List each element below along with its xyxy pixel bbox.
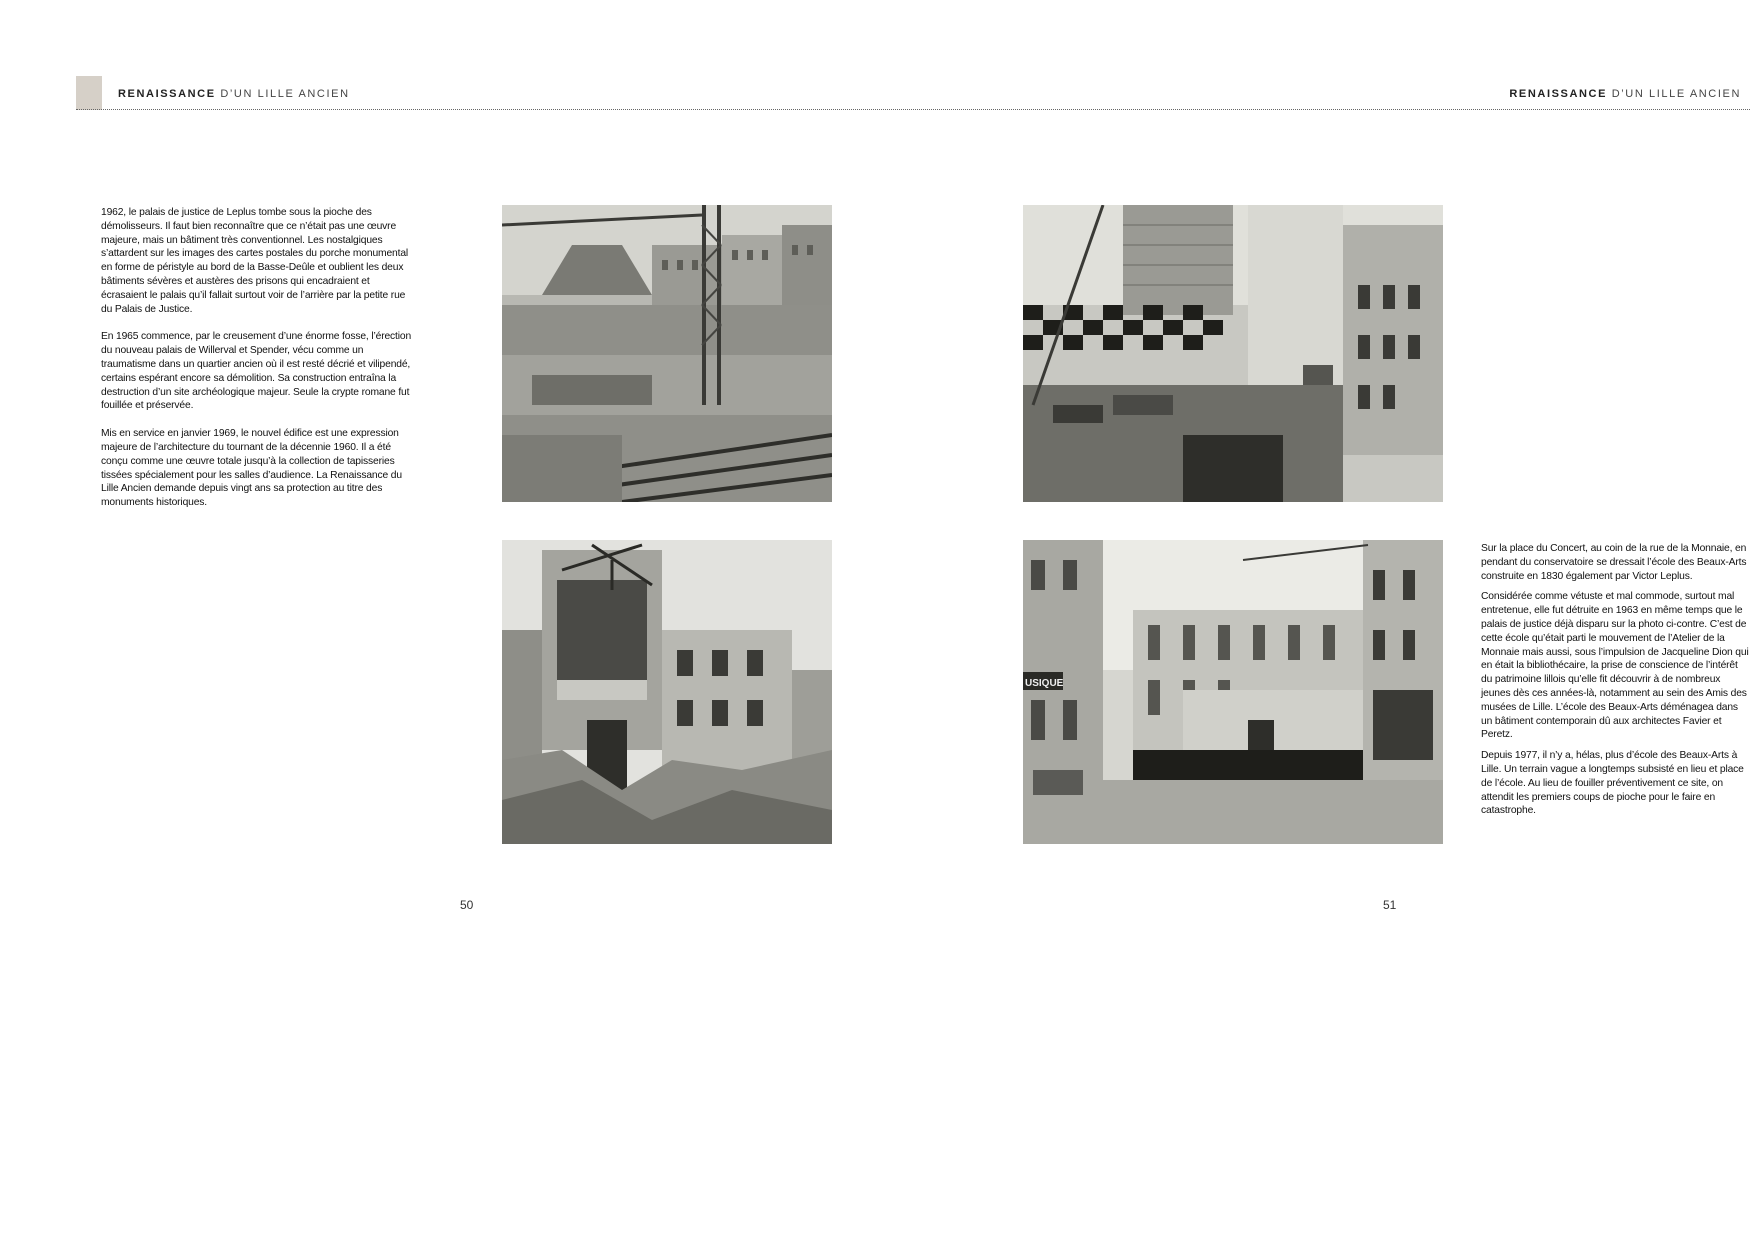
left-paragraph-1: 1962, le palais de justice de Leplus tom… xyxy=(101,207,409,315)
right-paragraph-3: Depuis 1977, il n’y a, hélas, plus d’éco… xyxy=(1481,750,1744,817)
photo-excavation-site xyxy=(502,205,832,502)
running-head-left-light: D’UN LILLE ANCIEN xyxy=(215,88,350,100)
page-number-right: 51 xyxy=(1383,898,1397,912)
running-head-right-light: D’UN LILLE ANCIEN xyxy=(1607,88,1741,100)
left-paragraph-2: En 1965 commence, par le creusement d’un… xyxy=(101,331,412,412)
photo-construction-trucks xyxy=(1023,205,1443,502)
shop-sign-text: USIQUE xyxy=(1025,678,1064,689)
header-dotted-rule xyxy=(76,109,1750,110)
left-page-text: 1962, le palais de justice de Leplus tom… xyxy=(101,206,417,524)
running-head-right: RENAISSANCE D’UN LILLE ANCIEN xyxy=(1509,88,1741,100)
page-number-left: 50 xyxy=(460,898,474,912)
left-paragraph-3: Mis en service en janvier 1969, le nouve… xyxy=(101,428,402,509)
header-color-block xyxy=(76,76,102,110)
photo-beaux-arts-school: USIQUE xyxy=(1023,540,1443,844)
running-head-right-strong: RENAISSANCE xyxy=(1509,88,1608,100)
photo-ruined-building xyxy=(502,540,832,844)
running-head-left: RENAISSANCE D’UN LILLE ANCIEN xyxy=(118,88,350,100)
right-paragraph-1: Sur la place du Concert, au coin de la r… xyxy=(1481,543,1747,582)
right-paragraph-2: Considérée comme vétuste et mal commode,… xyxy=(1481,591,1749,741)
running-head-left-strong: RENAISSANCE xyxy=(118,88,216,100)
right-page-text: Sur la place du Concert, au coin de la r… xyxy=(1481,542,1751,825)
